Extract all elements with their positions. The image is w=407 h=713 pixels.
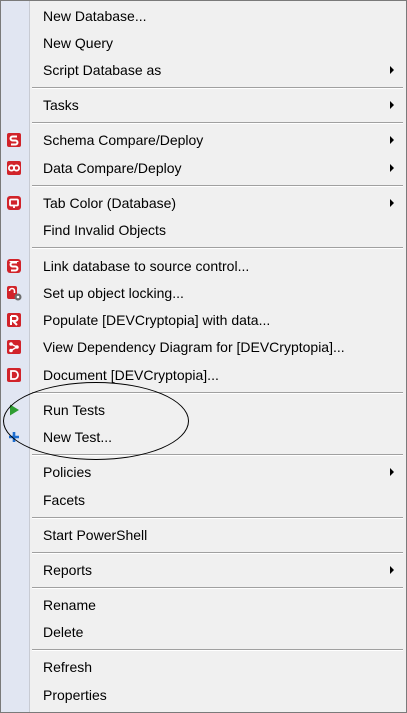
menu-item-label: Document [DEVCryptopia]... — [43, 367, 219, 383]
plus-icon — [9, 432, 19, 442]
submenu-arrow-icon — [390, 101, 394, 109]
menu-item-label: Run Tests — [43, 402, 105, 418]
tab-color-icon — [7, 196, 21, 210]
menu-item-find-invalid-objects[interactable]: Find Invalid Objects — [1, 217, 406, 243]
submenu-arrow-icon — [390, 199, 394, 207]
menu-separator — [32, 185, 403, 187]
menu-item-label: Rename — [43, 597, 96, 613]
menu-item-label: Link database to source control... — [43, 258, 250, 274]
menu-item-properties[interactable]: Properties — [1, 682, 406, 708]
menu-separator — [32, 247, 403, 249]
menu-item-label: Properties — [43, 687, 107, 703]
menu-item-start-powershell[interactable]: Start PowerShell — [1, 522, 406, 548]
schema-compare-icon — [7, 133, 21, 147]
menu-item-dependency-diagram[interactable]: View Dependency Diagram for [DEVCryptopi… — [1, 334, 406, 360]
data-compare-icon — [7, 161, 21, 175]
menu-item-rename[interactable]: Rename — [1, 592, 406, 618]
menu-item-document[interactable]: Document [DEVCryptopia]... — [1, 362, 406, 388]
menu-item-tab-color[interactable]: Tab Color (Database) — [1, 190, 406, 216]
menu-item-refresh[interactable]: Refresh — [1, 654, 406, 680]
data-generator-icon — [7, 313, 21, 327]
play-icon — [10, 404, 19, 416]
menu-item-policies[interactable]: Policies — [1, 459, 406, 485]
menu-separator — [32, 587, 403, 589]
menu-item-label: Find Invalid Objects — [43, 222, 166, 238]
menu-item-label: Refresh — [43, 659, 93, 675]
menu-item-label: View Dependency Diagram for [DEVCryptopi… — [43, 339, 345, 355]
submenu-arrow-icon — [390, 66, 394, 74]
menu-item-new-query[interactable]: New Query — [1, 30, 406, 56]
menu-separator — [32, 552, 403, 554]
submenu-arrow-icon — [390, 164, 394, 172]
menu-item-facets[interactable]: Facets — [1, 487, 406, 513]
submenu-arrow-icon — [390, 468, 394, 476]
menu-item-object-locking[interactable]: Set up object locking... — [1, 280, 406, 306]
menu-item-label: Start PowerShell — [43, 527, 148, 543]
menu-separator — [32, 517, 403, 519]
menu-item-label: Set up object locking... — [43, 285, 184, 301]
menu-item-label: New Database... — [43, 8, 147, 24]
menu-item-label: Tasks — [43, 97, 79, 113]
menu-item-label: Delete — [43, 624, 84, 640]
menu-separator — [32, 392, 403, 394]
menu-item-label: New Query — [43, 35, 114, 51]
menu-separator — [32, 122, 403, 124]
menu-item-delete[interactable]: Delete — [1, 619, 406, 645]
submenu-arrow-icon — [390, 566, 394, 574]
context-menu: New Database... New Query Script Databas… — [0, 0, 407, 713]
source-control-icon — [7, 259, 21, 273]
menu-item-run-tests[interactable]: Run Tests — [1, 397, 406, 423]
menu-separator — [32, 87, 403, 89]
menu-item-script-database-as[interactable]: Script Database as — [1, 57, 406, 83]
submenu-arrow-icon — [390, 136, 394, 144]
menu-item-label: Script Database as — [43, 62, 162, 78]
menu-item-label: Reports — [43, 562, 93, 578]
menu-item-new-database[interactable]: New Database... — [1, 3, 406, 29]
object-lock-icon — [7, 286, 22, 301]
dependency-tracker-icon — [7, 340, 21, 354]
menu-item-tasks[interactable]: Tasks — [1, 92, 406, 118]
doc-icon — [7, 368, 21, 382]
menu-item-data-compare[interactable]: Data Compare/Deploy — [1, 155, 406, 181]
menu-item-label: Populate [DEVCryptopia] with data... — [43, 312, 271, 328]
menu-item-reports[interactable]: Reports — [1, 557, 406, 583]
menu-item-link-source-control[interactable]: Link database to source control... — [1, 253, 406, 279]
menu-separator — [32, 649, 403, 651]
menu-item-new-test[interactable]: New Test... — [1, 424, 406, 450]
menu-item-label: Tab Color (Database) — [43, 195, 177, 211]
menu-item-label: Policies — [43, 464, 92, 480]
menu-item-populate[interactable]: Populate [DEVCryptopia] with data... — [1, 307, 406, 333]
menu-item-label: Data Compare/Deploy — [43, 160, 182, 176]
menu-item-label: New Test... — [43, 429, 112, 445]
menu-separator — [32, 454, 403, 456]
menu-item-label: Facets — [43, 492, 86, 508]
menu-item-schema-compare[interactable]: Schema Compare/Deploy — [1, 127, 406, 153]
menu-item-label: Schema Compare/Deploy — [43, 132, 204, 148]
